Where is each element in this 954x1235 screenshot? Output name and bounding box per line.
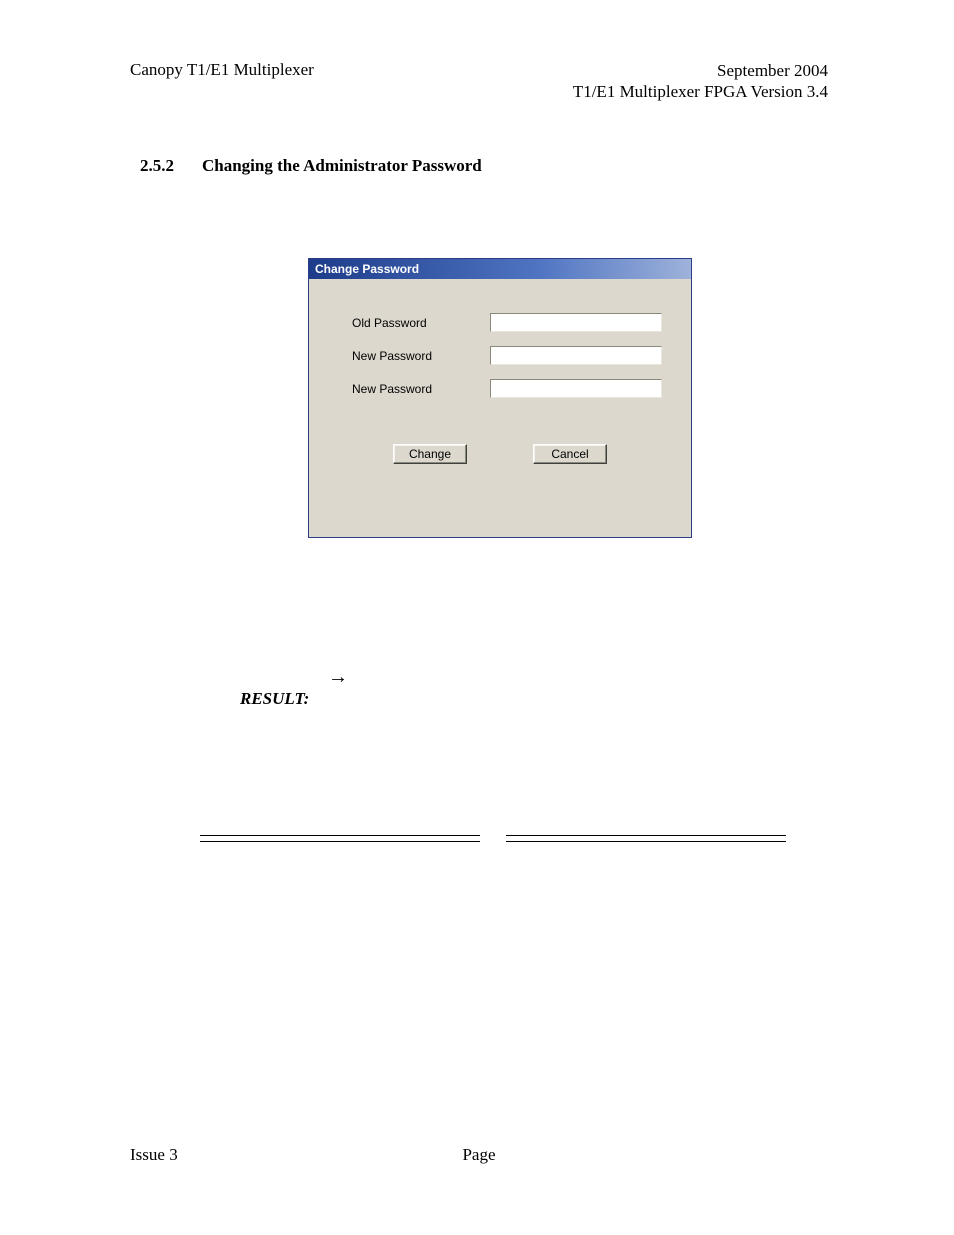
page-header: Canopy T1/E1 Multiplexer September 2004 … [130,60,828,103]
rule-right [506,835,786,842]
arrow-icon: → [328,666,348,689]
new-password-input-2[interactable] [490,379,662,398]
section-number: 2.5.2 [140,156,174,176]
header-left: Canopy T1/E1 Multiplexer [130,60,314,103]
result-block: → RESULT: [240,666,348,709]
section-heading: 2.5.2 Changing the Administrator Passwor… [140,156,482,176]
change-button[interactable]: Change [393,444,467,464]
new-password-row-2: New Password [309,379,691,398]
old-password-label: Old Password [309,316,490,330]
new-password-label-2: New Password [309,382,490,396]
rule-left [200,835,480,842]
footer-page: Page [130,1145,828,1165]
header-version: T1/E1 Multiplexer FPGA Version 3.4 [573,81,828,102]
result-label: RESULT: [240,689,309,708]
dialog-button-row: Change Cancel [309,444,691,464]
new-password-row-1: New Password [309,346,691,365]
header-date: September 2004 [573,60,828,81]
new-password-label-1: New Password [309,349,490,363]
dialog-titlebar: Change Password [309,259,691,279]
new-password-input-1[interactable] [490,346,662,365]
cancel-button[interactable]: Cancel [533,444,607,464]
section-title: Changing the Administrator Password [202,156,482,176]
document-page: Canopy T1/E1 Multiplexer September 2004 … [0,0,954,1235]
page-footer: Issue 3 Page [130,1145,828,1165]
dialog-form: Old Password New Password New Password C… [309,279,691,464]
change-password-dialog: Change Password Old Password New Passwor… [308,258,692,538]
old-password-input[interactable] [490,313,662,332]
section-divider [200,835,786,842]
header-right: September 2004 T1/E1 Multiplexer FPGA Ve… [573,60,828,103]
old-password-row: Old Password [309,313,691,332]
